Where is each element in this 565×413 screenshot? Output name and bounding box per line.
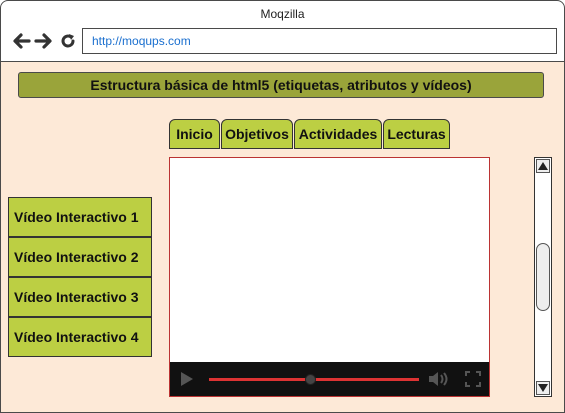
arrow-left-icon <box>11 32 31 50</box>
scrollbar[interactable] <box>534 157 552 397</box>
reload-button[interactable] <box>57 30 79 52</box>
scroll-up-button[interactable] <box>536 159 550 173</box>
progress-knob[interactable] <box>304 374 316 385</box>
arrow-right-icon <box>34 32 54 50</box>
triangle-up-icon <box>538 157 548 175</box>
triangle-down-icon <box>538 379 548 397</box>
page-content: Estructura básica de html5 (etiquetas, a… <box>1 61 564 412</box>
reload-icon <box>59 32 77 50</box>
navigation-bar: http://moqups.com <box>1 25 564 61</box>
tab-actividades[interactable]: Actividades <box>294 119 382 149</box>
scroll-down-button[interactable] <box>536 381 550 395</box>
tab-inicio[interactable]: Inicio <box>169 119 220 149</box>
progress-track[interactable] <box>209 374 419 385</box>
browser-window: Moqzilla http://moqups.com Estructura bá… <box>0 0 565 413</box>
play-icon[interactable] <box>180 371 194 392</box>
video-player[interactable] <box>169 157 490 397</box>
menu-item-video-4[interactable]: Vídeo Interactivo 4 <box>8 317 152 357</box>
fullscreen-icon[interactable] <box>465 371 481 392</box>
menu-item-video-1[interactable]: Vídeo Interactivo 1 <box>8 197 152 237</box>
volume-icon[interactable] <box>428 371 450 392</box>
scroll-thumb[interactable] <box>536 243 550 311</box>
forward-button[interactable] <box>33 30 55 52</box>
back-button[interactable] <box>10 30 32 52</box>
url-field[interactable]: http://moqups.com <box>82 28 557 54</box>
tab-lecturas[interactable]: Lecturas <box>383 119 450 149</box>
video-controls <box>170 362 489 396</box>
window-title: Moqzilla <box>260 7 305 21</box>
page-title: Estructura básica de html5 (etiquetas, a… <box>18 72 544 98</box>
menu-item-video-3[interactable]: Vídeo Interactivo 3 <box>8 277 152 317</box>
tab-objetivos[interactable]: Objetivos <box>221 119 293 149</box>
menu-item-video-2[interactable]: Vídeo Interactivo 2 <box>8 237 152 277</box>
